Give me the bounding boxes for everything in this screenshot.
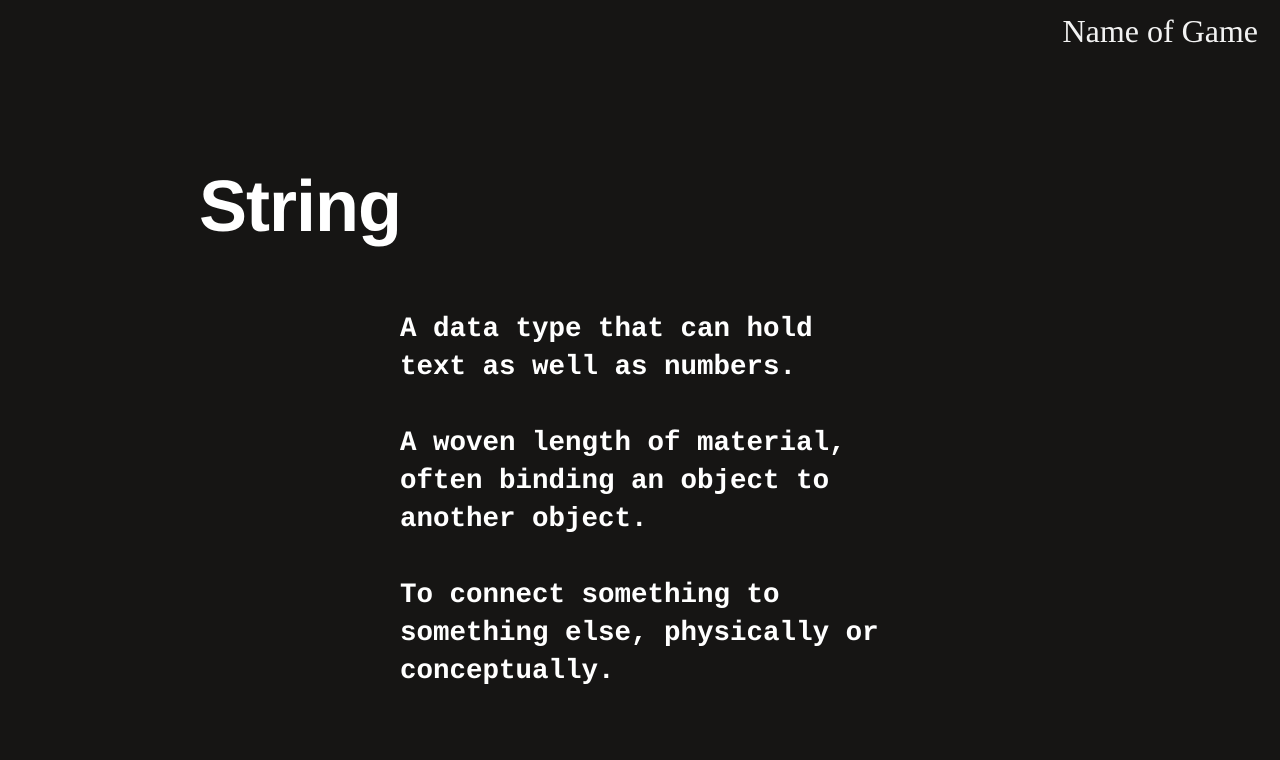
definition-1: A data type that can hold text as well a…: [400, 314, 813, 383]
definitions-list: A data type that can hold text as well a…: [400, 311, 880, 691]
game-title: Name of Game: [1062, 13, 1258, 49]
game-screen: Name of Game String A data type that can…: [0, 0, 1280, 760]
definition-3: To connect something to something else, …: [400, 580, 879, 687]
term-heading: String: [199, 167, 402, 247]
definition-2: A woven length of material, often bindin…: [400, 428, 846, 535]
